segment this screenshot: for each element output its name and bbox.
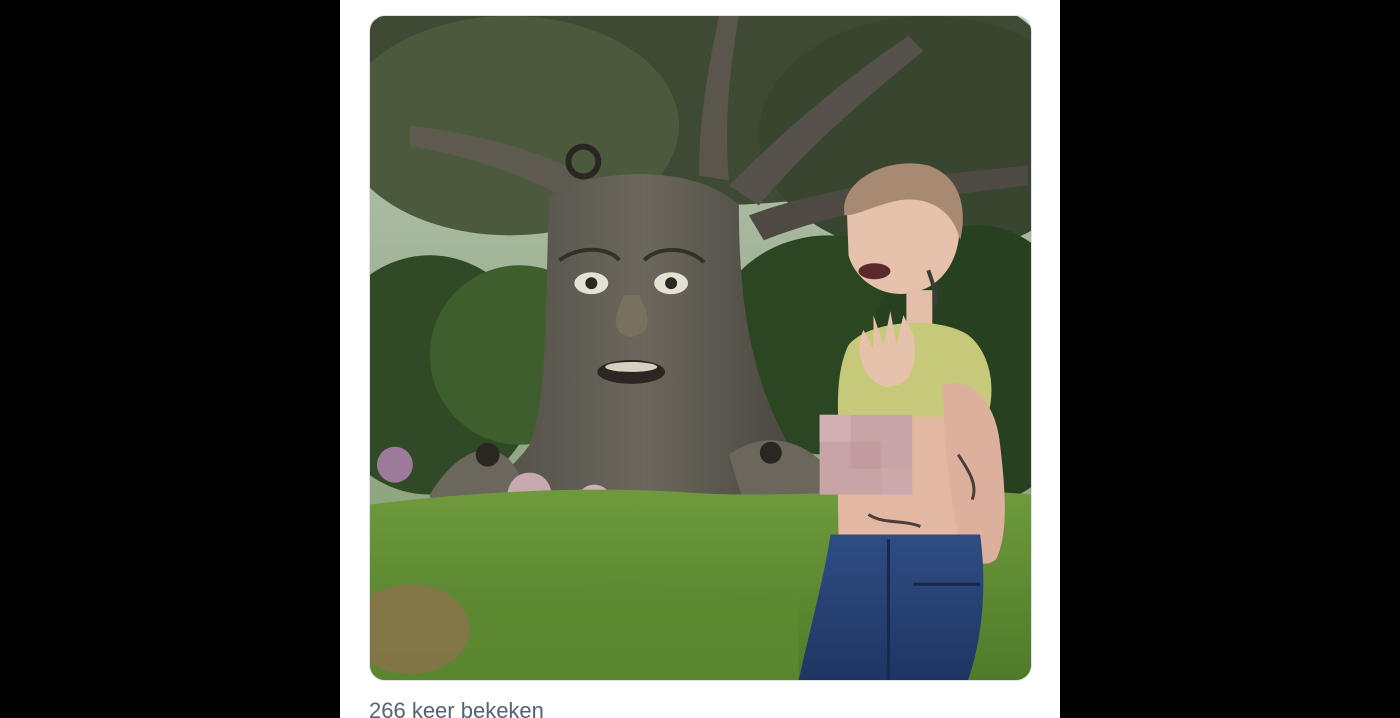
viewport: 266 keer bekeken bbox=[0, 0, 1400, 718]
video-player[interactable] bbox=[369, 15, 1032, 681]
post-card: 266 keer bekeken bbox=[340, 0, 1060, 718]
video-frame-image bbox=[370, 16, 1031, 680]
view-count: 266 keer bekeken bbox=[369, 698, 544, 718]
